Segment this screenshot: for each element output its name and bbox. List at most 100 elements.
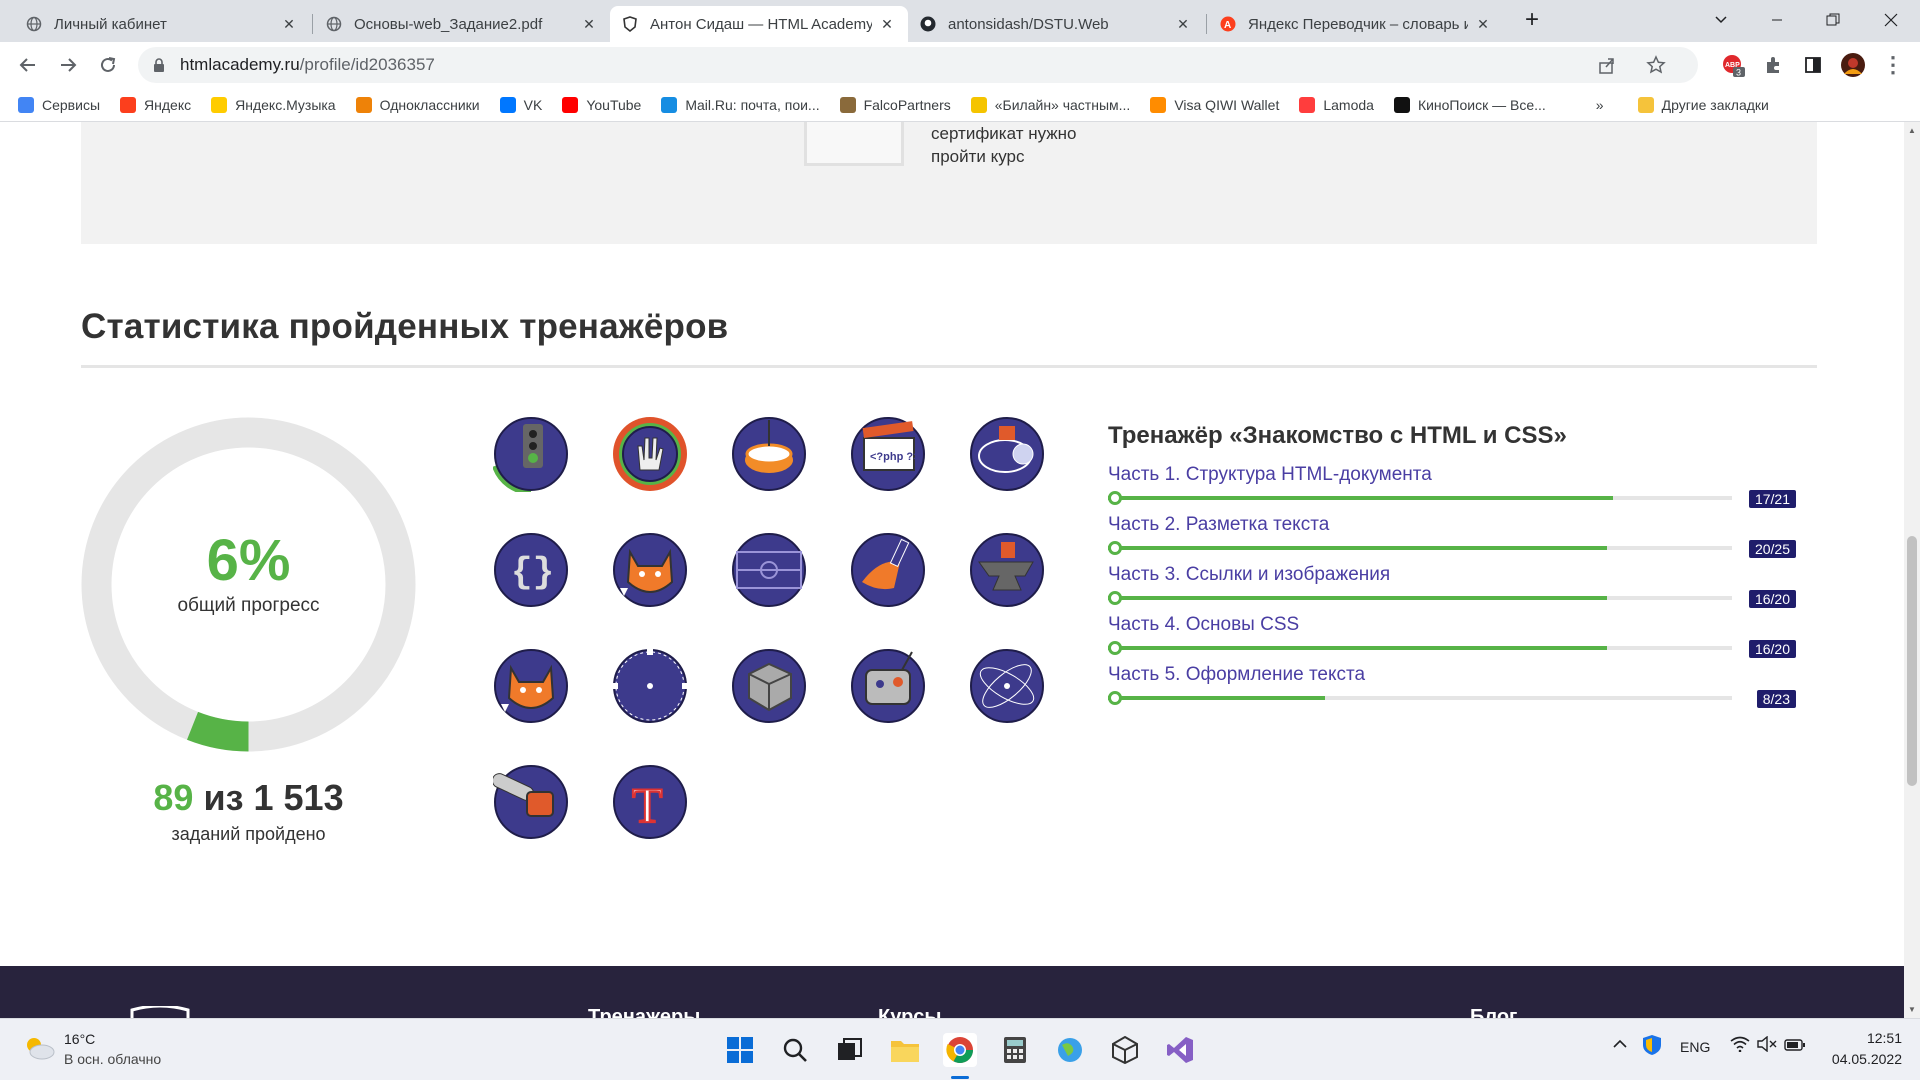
part-progress-fill <box>1108 596 1608 600</box>
globe-icon <box>326 16 342 32</box>
close-icon[interactable]: ✕ <box>1174 15 1192 33</box>
tab-github[interactable]: antonsidash/DSTU.Web ✕ <box>908 6 1204 42</box>
volume-muted-icon[interactable] <box>1757 1035 1777 1055</box>
badge-spinning-top-icon[interactable] <box>731 416 807 492</box>
badge-fox-wine-icon[interactable] <box>612 532 688 608</box>
extensions-icon[interactable] <box>1757 49 1789 81</box>
bookmark-item[interactable]: Яндекс.Музыка <box>211 96 336 113</box>
badge-anvil-icon[interactable] <box>969 532 1045 608</box>
trainer-part-link[interactable]: Часть 2. Разметка текста <box>1108 514 1796 536</box>
trainer-part-link[interactable]: Часть 3. Ссылки и изображения <box>1108 564 1796 586</box>
close-icon[interactable]: ✕ <box>280 15 298 33</box>
reload-icon[interactable] <box>92 49 124 81</box>
clock-date[interactable]: 04.05.2022 <box>1828 1051 1902 1067</box>
defender-icon[interactable] <box>1642 1034 1662 1059</box>
bookmark-item[interactable]: Visa QIWI Wallet <box>1150 96 1279 113</box>
start-icon[interactable] <box>723 1033 757 1067</box>
bookmark-item[interactable]: VK <box>499 96 542 113</box>
badge-vector-circle-icon[interactable] <box>612 648 688 724</box>
sidepanel-icon[interactable] <box>1797 49 1829 81</box>
visual-studio-icon[interactable] <box>1163 1033 1197 1067</box>
bookmark-favicon-icon <box>839 96 856 113</box>
battery-icon[interactable] <box>1784 1038 1806 1054</box>
back-icon[interactable] <box>12 49 44 81</box>
tab-search-icon[interactable] <box>1693 0 1749 40</box>
bookmarks-overflow-button[interactable]: » <box>1596 97 1604 113</box>
profile-avatar[interactable] <box>1837 49 1869 81</box>
badge-orbit-icon[interactable] <box>969 648 1045 724</box>
close-icon[interactable]: ✕ <box>1474 15 1492 33</box>
clock-time[interactable]: 12:51 <box>1846 1030 1902 1046</box>
menu-icon[interactable]: ⋮ <box>1877 49 1909 81</box>
page-content: сертификат нужно пройти курс Статистика … <box>0 122 1904 1018</box>
badge-football-field-icon[interactable] <box>731 532 807 608</box>
file-explorer-icon[interactable] <box>888 1033 922 1067</box>
calculator-icon[interactable] <box>998 1033 1032 1067</box>
chrome-icon[interactable] <box>943 1033 977 1067</box>
share-icon[interactable] <box>1598 56 1616 79</box>
page-scrollbar[interactable]: ▲ ▼ <box>1904 122 1920 1018</box>
weather-temp[interactable]: 16°C <box>64 1031 95 1047</box>
tab-yandex-translate[interactable]: A Яндекс Переводчик – словарь и ✕ <box>1208 6 1504 42</box>
new-tab-button[interactable]: + <box>1504 0 1560 40</box>
scrollbar-thumb[interactable] <box>1907 536 1917 786</box>
bookmark-item[interactable]: Одноклассники <box>355 96 480 113</box>
input-language[interactable]: ENG <box>1680 1039 1710 1055</box>
bookmark-item[interactable]: Сервисы <box>18 96 100 113</box>
trainer-part-link[interactable]: Часть 5. Оформление текста <box>1108 664 1796 686</box>
forward-icon[interactable] <box>52 49 84 81</box>
close-window-button[interactable] <box>1861 0 1920 40</box>
globe-icon <box>26 16 42 32</box>
trainer-part-link[interactable]: Часть 1. Структура HTML-документа <box>1108 464 1796 486</box>
tab-htmlacademy[interactable]: Антон Сидаш — HTML Academy ✕ <box>610 6 908 42</box>
bookmark-item[interactable]: КиноПоиск — Все... <box>1393 96 1546 113</box>
trainer-part-link[interactable]: Часть 4. Основы CSS <box>1108 614 1796 636</box>
footer-heading-courses[interactable]: Курсы <box>878 1006 942 1018</box>
badge-submarine-icon[interactable] <box>969 416 1045 492</box>
footer-heading-trainers[interactable]: Тренажеры <box>588 1006 700 1018</box>
tray-overflow-icon[interactable] <box>1612 1036 1628 1055</box>
academy-logo[interactable] <box>130 1006 190 1018</box>
badge-chainsaw-icon[interactable] <box>493 764 569 840</box>
lock-icon[interactable] <box>152 57 166 78</box>
badge-traffic-light-icon[interactable] <box>493 416 569 492</box>
star-icon[interactable] <box>1646 55 1666 80</box>
badge-letter-t-icon[interactable]: T <box>612 764 688 840</box>
bookmark-item[interactable]: Яндекс <box>120 96 191 113</box>
tab-pdf[interactable]: Основы-web_Задание2.pdf ✕ <box>314 6 610 42</box>
bookmark-item[interactable]: «Билайн» частным... <box>970 96 1130 113</box>
task-view-icon[interactable] <box>833 1033 867 1067</box>
badge-curly-braces-icon[interactable]: {} <box>493 532 569 608</box>
bookmark-item[interactable]: Lamoda <box>1299 96 1374 113</box>
close-icon[interactable]: ✕ <box>878 15 896 33</box>
weather-icon[interactable] <box>22 1033 56 1068</box>
other-bookmarks-folder[interactable]: Другие закладки <box>1637 96 1769 113</box>
bookmark-item[interactable]: FalcoPartners <box>839 96 951 113</box>
badge-fox-cat-icon[interactable] <box>493 648 569 724</box>
restore-button[interactable] <box>1805 0 1861 40</box>
search-icon[interactable] <box>778 1033 812 1067</box>
wifi-icon[interactable] <box>1730 1036 1750 1055</box>
bookmark-item[interactable]: YouTube <box>562 96 641 113</box>
footer-heading-blog[interactable]: Блог <box>1470 1006 1517 1018</box>
globe-app-icon[interactable] <box>1053 1033 1087 1067</box>
badge-vulcan-hand-icon[interactable] <box>612 416 688 492</box>
badge-php-clapperboard-icon[interactable]: <?php ?> <box>850 416 926 492</box>
bookmarks-bar: Сервисы Яндекс Яндекс.Музыка Одноклассники V… <box>0 88 1920 122</box>
badge-robot-icon[interactable] <box>850 648 926 724</box>
badge-rubiks-cube-icon[interactable] <box>731 648 807 724</box>
svg-text:T: T <box>632 777 663 833</box>
tab-personal-cabinet[interactable]: Личный кабинет ✕ <box>14 6 310 42</box>
part-progress-fill <box>1108 496 1614 500</box>
trainer-part-row: Часть 5. Оформление текста 8/23 <box>1108 664 1796 714</box>
unity-icon[interactable] <box>1108 1033 1142 1067</box>
weather-desc[interactable]: В осн. облачно <box>64 1051 161 1067</box>
badge-paint-brush-icon[interactable] <box>850 532 926 608</box>
close-icon[interactable]: ✕ <box>580 15 598 33</box>
minimize-button[interactable] <box>1749 0 1805 40</box>
trainer-panel: Тренажёр «Знакомство с HTML и CSS» Часть… <box>1108 422 1796 714</box>
adblock-icon[interactable]: ABP 3 <box>1717 49 1749 81</box>
bookmark-favicon-icon <box>355 96 372 113</box>
address-bar[interactable]: htmlacademy.ru/profile/id2036357 <box>138 47 1698 83</box>
bookmark-item[interactable]: Mail.Ru: почта, пои... <box>661 96 820 113</box>
